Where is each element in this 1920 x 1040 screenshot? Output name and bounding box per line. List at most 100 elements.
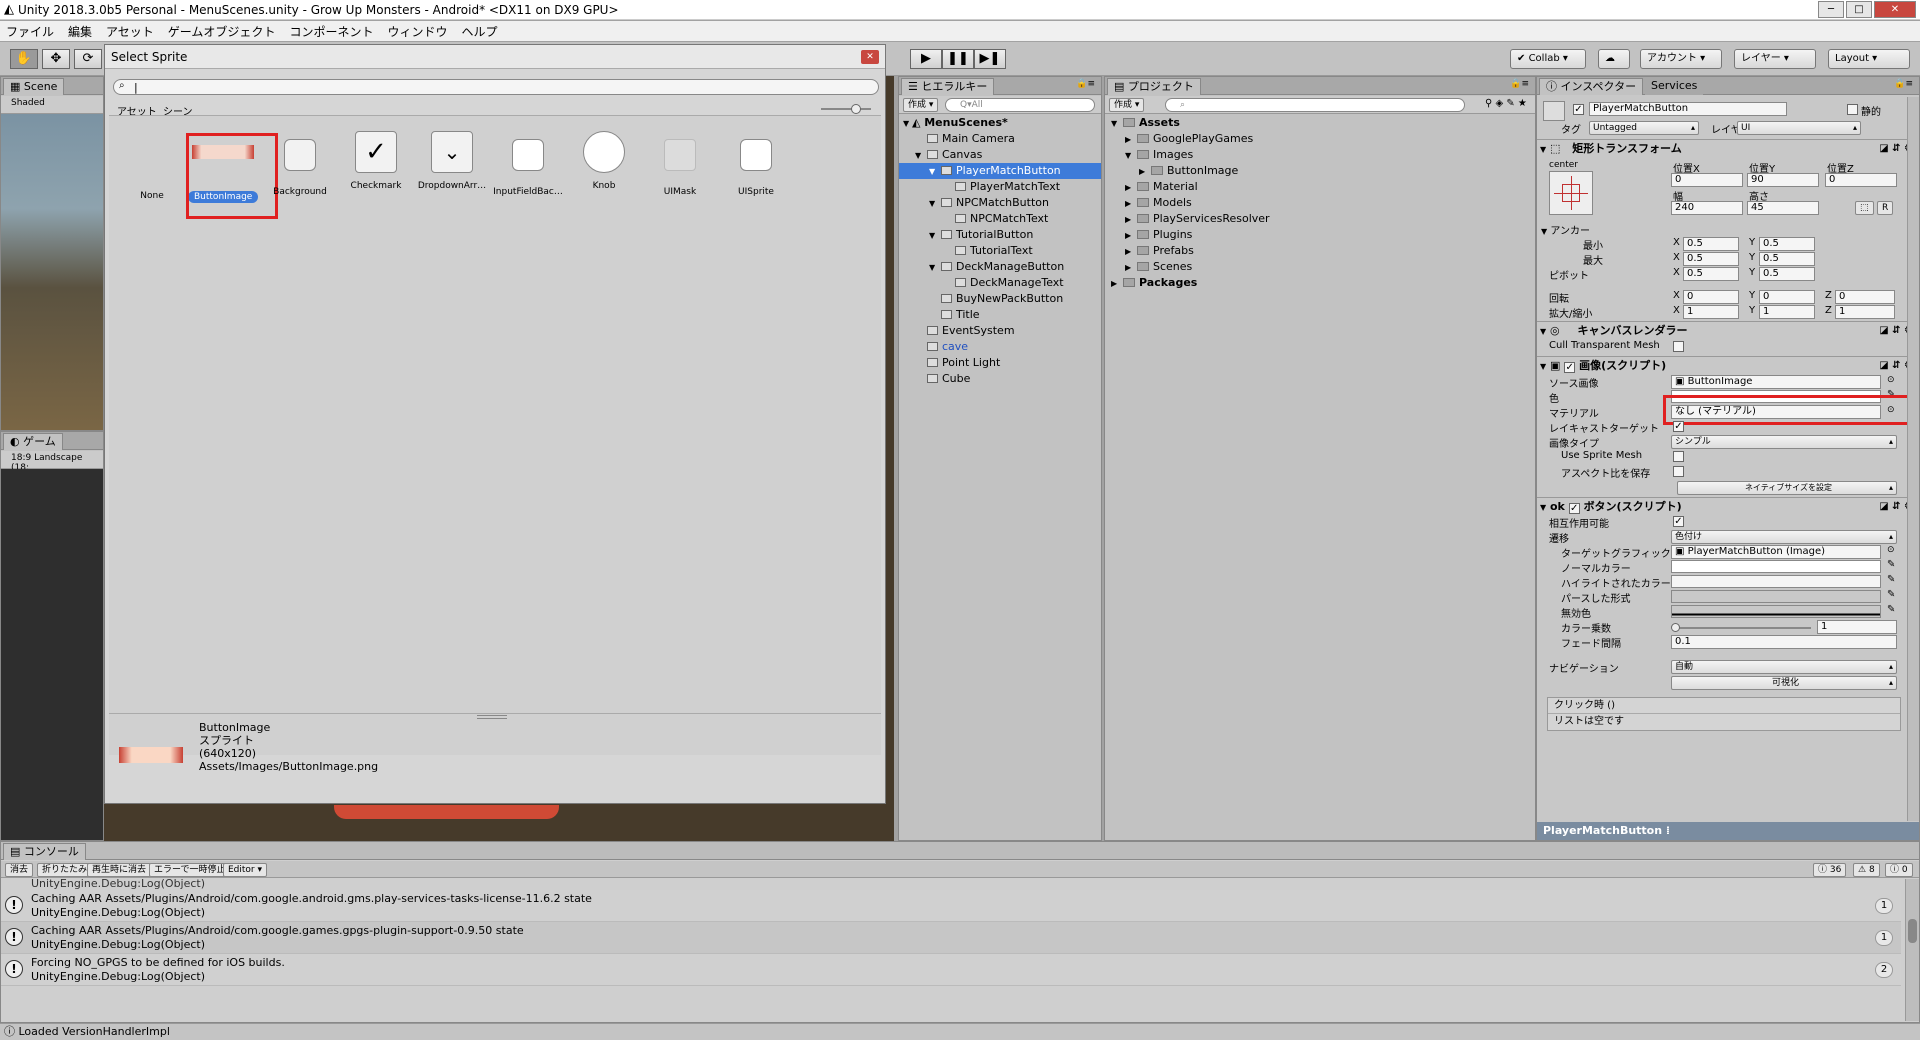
project-folder-item[interactable]: ▶ Prefabs	[1125, 243, 1194, 259]
raycast-checkbox[interactable]: ✓	[1673, 421, 1684, 432]
hierarchy-item[interactable]: PlayerMatchText	[899, 179, 1101, 195]
play-button[interactable]: ▶	[910, 49, 942, 69]
highlight-color-field[interactable]	[1671, 575, 1881, 588]
rotate-tool-icon[interactable]: ⟳	[74, 49, 102, 69]
sprite-none[interactable]: None	[117, 131, 187, 201]
rect-transform-header[interactable]: ▼ ⬚ 矩形トランスフォーム ◪ ⇵ ⚙	[1537, 139, 1919, 157]
sprite-inputfield[interactable]: InputFieldBac…	[493, 131, 563, 197]
eyedropper-icon[interactable]: ✎	[1887, 574, 1895, 585]
log-entry[interactable]: ! Caching AAR Assets/Plugins/Android/com.…	[1, 890, 1901, 922]
anchor-min-y-field[interactable]: 0.5	[1759, 237, 1815, 251]
minimize-button[interactable]: ─	[1818, 1, 1844, 18]
error-pause-button[interactable]: エラーで一時停止	[149, 863, 231, 877]
log-entry[interactable]: ! Forcing NO_GPGS to be defined for iOS b…	[1, 954, 1901, 986]
cull-checkbox[interactable]	[1673, 341, 1684, 352]
game-viewport[interactable]	[1, 469, 103, 840]
layer-dropdown[interactable]: UI	[1737, 121, 1861, 135]
hierarchy-item[interactable]: ▼ TutorialButton	[899, 227, 1101, 243]
object-picker-icon[interactable]: ⊙	[1887, 545, 1895, 555]
expand-arrow-icon[interactable]: ▶	[1111, 276, 1123, 292]
project-folder-item[interactable]: ▶ Material	[1125, 179, 1198, 195]
anchor-presets-button[interactable]	[1549, 171, 1593, 215]
sprite-knob[interactable]: Knob	[569, 131, 639, 191]
sprite-dropdownarrow[interactable]: ⌄ DropdownArr…	[417, 131, 487, 191]
anchor-max-y-field[interactable]: 0.5	[1759, 252, 1815, 266]
image-type-dropdown[interactable]: シンプル	[1671, 435, 1897, 449]
create-dropdown[interactable]: 作成 ▾	[1109, 98, 1145, 112]
width-field[interactable]: 240	[1671, 201, 1743, 215]
lock-icon[interactable]: 🔒≡	[1894, 79, 1913, 89]
project-folder-item[interactable]: ▼ Assets	[1111, 115, 1180, 131]
clear-on-play-button[interactable]: 再生時に消去	[87, 863, 152, 877]
pause-button[interactable]: ❚❚	[942, 49, 974, 69]
hierarchy-item[interactable]: Cube	[899, 371, 1101, 387]
hierarchy-item[interactable]: TutorialText	[899, 243, 1101, 259]
height-field[interactable]: 45	[1747, 201, 1819, 215]
pivot-y-field[interactable]: 0.5	[1759, 267, 1815, 281]
color-multiplier-slider[interactable]	[1671, 623, 1811, 632]
object-name-field[interactable]: PlayerMatchButton	[1589, 102, 1787, 116]
scale-z-field[interactable]: 1	[1835, 305, 1895, 319]
tab-services[interactable]: Services	[1645, 78, 1704, 95]
hierarchy-item[interactable]: Title	[899, 307, 1101, 323]
object-picker-icon[interactable]: ⊙	[1887, 375, 1895, 385]
navigation-dropdown[interactable]: 自動	[1671, 660, 1897, 674]
project-folder-item[interactable]: ▶ Models	[1125, 195, 1192, 211]
layout-dropdown[interactable]: Layout ▾	[1828, 49, 1910, 69]
active-checkbox[interactable]: ✓	[1573, 104, 1584, 115]
expand-arrow-icon[interactable]: ▶	[1125, 228, 1137, 244]
hierarchy-item[interactable]: EventSystem	[899, 323, 1101, 339]
expand-arrow-icon[interactable]: ▶	[1125, 260, 1137, 276]
menu-gameobject[interactable]: ゲームオブジェクト	[168, 23, 276, 40]
sprite-search-input[interactable]: ⌕ |	[113, 79, 879, 95]
expand-arrow-icon[interactable]: ▼	[929, 228, 941, 244]
scene-viewport[interactable]	[1, 114, 103, 430]
layers-dropdown[interactable]: レイヤー ▾	[1734, 49, 1816, 69]
project-folder-item[interactable]: ▼ Images	[1125, 147, 1193, 163]
maximize-button[interactable]: □	[1846, 1, 1872, 18]
disabled-color-field[interactable]	[1671, 605, 1881, 618]
hierarchy-item[interactable]: ▼ PlayerMatchButton	[899, 163, 1101, 179]
tab-inspector[interactable]: ⓘ インスペクター	[1539, 78, 1644, 95]
error-count-toggle[interactable]: ⓘ 0	[1885, 863, 1913, 877]
rotation-y-field[interactable]: 0	[1759, 290, 1815, 304]
scale-x-field[interactable]: 1	[1683, 305, 1739, 319]
hierarchy-item[interactable]: BuyNewPackButton	[899, 291, 1101, 307]
hierarchy-search-input[interactable]: Q▾All	[945, 98, 1095, 112]
preview-resize-handle[interactable]	[477, 715, 507, 719]
cloud-icon[interactable]: ☁	[1598, 49, 1630, 69]
project-folder-item[interactable]: ▶ Scenes	[1125, 259, 1192, 275]
posz-field[interactable]: 0	[1825, 173, 1897, 187]
blueprint-mode-button[interactable]: ⬚	[1855, 201, 1874, 215]
tab-game[interactable]: ◐ ゲーム	[3, 433, 63, 450]
expand-arrow-icon[interactable]: ▶	[1125, 196, 1137, 212]
material-field[interactable]: なし (マテリアル)	[1671, 405, 1881, 419]
menu-assets[interactable]: アセット	[106, 23, 154, 40]
fade-duration-field[interactable]: 0.1	[1671, 635, 1897, 649]
anchor-min-x-field[interactable]: 0.5	[1683, 237, 1739, 251]
menu-window[interactable]: ウィンドウ	[387, 23, 447, 40]
warning-count-toggle[interactable]: ⚠ 8	[1853, 863, 1880, 877]
hierarchy-item[interactable]: ▼ Canvas	[899, 147, 1101, 163]
filter-icon[interactable]: ⚲ ◈ ✎ ★	[1485, 98, 1527, 109]
zoom-slider[interactable]	[821, 104, 871, 114]
hierarchy-item[interactable]: NPCMatchText	[899, 211, 1101, 227]
hierarchy-item[interactable]: ▼ NPCMatchButton	[899, 195, 1101, 211]
menu-help[interactable]: ヘルプ	[461, 23, 497, 40]
expand-arrow-icon[interactable]: ▼	[929, 196, 941, 212]
close-window-button[interactable]: ✕	[1874, 1, 1916, 18]
preserve-aspect-checkbox[interactable]	[1673, 466, 1684, 477]
tab-scene[interactable]: ▦ Scene	[3, 78, 65, 95]
visualize-button[interactable]: 可視化	[1671, 676, 1897, 690]
project-folder-item[interactable]: ▶ PlayServicesResolver	[1125, 211, 1270, 227]
set-native-size-button[interactable]: ネイティブサイズを設定	[1677, 481, 1897, 495]
use-sprite-mesh-checkbox[interactable]	[1673, 451, 1684, 462]
expand-arrow-icon[interactable]: ▶	[1125, 244, 1137, 260]
step-button[interactable]: ▶❚	[974, 49, 1006, 69]
inspector-scrollbar[interactable]	[1907, 97, 1919, 821]
expand-arrow-icon[interactable]: ▶	[1125, 132, 1137, 148]
pressed-color-field[interactable]	[1671, 590, 1881, 603]
rotation-x-field[interactable]: 0	[1683, 290, 1739, 304]
expand-arrow-icon[interactable]: ▼	[915, 148, 927, 164]
image-component-header[interactable]: ▼ ▣ ✓ 画像(スクリプト) ◪ ⇵ ⚙	[1537, 356, 1919, 374]
